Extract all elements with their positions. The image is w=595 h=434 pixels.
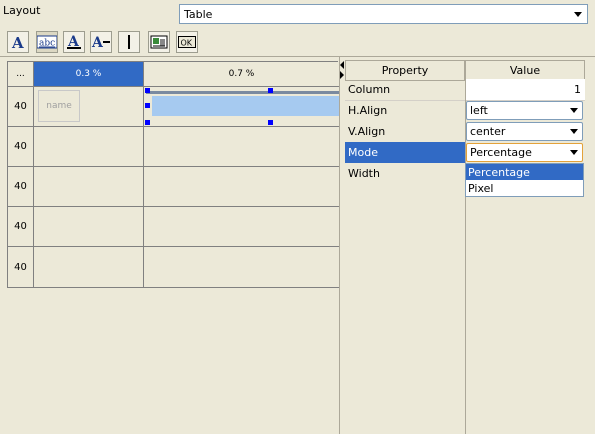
property-value-cell: center (465, 121, 585, 142)
text-label-button[interactable]: abc (36, 31, 58, 53)
resize-handle[interactable] (145, 88, 150, 93)
property-name: Mode (345, 142, 465, 163)
value-column-header[interactable]: Value (465, 60, 585, 81)
image-button[interactable] (148, 31, 170, 53)
layout-label: Layout (3, 4, 41, 17)
vertical-line-button[interactable] (118, 31, 140, 53)
mode-dropdown-list: Percentage Pixel (465, 163, 584, 197)
property-name: Column (348, 83, 391, 96)
property-column-header[interactable]: Property (345, 60, 465, 81)
selected-cell[interactable] (144, 87, 342, 127)
table-cell[interactable] (144, 207, 339, 247)
column-value-field[interactable]: 1 (465, 79, 585, 100)
table-cell[interactable] (34, 207, 144, 247)
mode-option-pixel[interactable]: Pixel (466, 180, 583, 196)
row-header-1[interactable]: 40 (8, 87, 34, 127)
resize-handle[interactable] (268, 120, 273, 125)
halign-select-value: left (470, 104, 488, 117)
table-cell[interactable] (34, 167, 144, 207)
panel-splitter[interactable] (339, 57, 344, 434)
table-cell[interactable] (144, 167, 339, 207)
chevron-down-icon[interactable] (570, 6, 586, 22)
svg-text:A: A (11, 34, 24, 50)
collapse-right-icon[interactable] (340, 71, 344, 79)
collapse-left-icon[interactable] (340, 61, 344, 69)
text-format-icon: A (11, 34, 24, 50)
column-divider (465, 60, 466, 434)
table-cell[interactable] (144, 127, 339, 167)
column-header-2[interactable]: 0.7 % (144, 62, 339, 87)
row-header-2[interactable]: 40 (8, 127, 34, 167)
text-strikethrough-icon: A (91, 35, 110, 50)
chevron-down-icon[interactable] (567, 103, 581, 118)
property-name: Width (348, 167, 380, 180)
table-cell[interactable]: name (34, 87, 144, 127)
mode-option-percentage[interactable]: Percentage (466, 164, 583, 180)
mode-select[interactable]: Percentage (466, 143, 583, 162)
layout-select-value: Table (184, 7, 213, 21)
selection-bar (146, 91, 341, 94)
svg-text:A: A (91, 35, 104, 50)
ok-button-icon: OK (178, 36, 196, 48)
property-name: V.Align (348, 125, 386, 138)
valign-select[interactable]: center (466, 122, 583, 141)
chevron-down-icon[interactable] (567, 145, 581, 160)
table-cell[interactable] (34, 247, 144, 288)
ok-button[interactable]: OK (176, 31, 198, 53)
property-value-cell: Percentage (465, 142, 585, 163)
svg-text:abc: abc (39, 39, 55, 49)
halign-select[interactable]: left (466, 101, 583, 120)
svg-text:OK: OK (181, 39, 193, 48)
grid-corner[interactable]: ... (8, 62, 34, 87)
mode-select-value: Percentage (470, 146, 532, 159)
valign-select-value: center (470, 125, 506, 138)
text-strikethrough-button[interactable]: A (90, 31, 112, 53)
table-grid: ... 0.3 % 0.7 % 40 name 40 40 40 40 (7, 61, 342, 288)
property-name: H.Align (348, 104, 388, 117)
toolbar: A abc A A OK (0, 28, 595, 57)
name-field[interactable]: name (38, 90, 80, 122)
chevron-down-icon[interactable] (567, 124, 581, 139)
text-underline-icon: A (67, 34, 81, 50)
text-underline-button[interactable]: A (63, 31, 85, 53)
image-icon (150, 35, 168, 49)
row-header-4[interactable]: 40 (8, 207, 34, 247)
table-cell[interactable] (144, 247, 339, 288)
row-header-5[interactable]: 40 (8, 247, 34, 288)
row-header-3[interactable]: 40 (8, 167, 34, 207)
resize-handle[interactable] (268, 88, 273, 93)
resize-handle[interactable] (145, 120, 150, 125)
property-grid: Property Value Column 1 H.Align left V.A… (345, 60, 585, 434)
selected-cell-fill (152, 96, 342, 116)
table-cell[interactable] (34, 127, 144, 167)
vertical-line-icon (128, 35, 130, 49)
text-format-button[interactable]: A (7, 31, 29, 53)
property-value-cell: left (465, 100, 585, 121)
layout-select[interactable]: Table (179, 4, 588, 24)
resize-handle[interactable] (145, 103, 150, 108)
text-label-icon: abc (37, 35, 57, 49)
column-header-1[interactable]: 0.3 % (34, 62, 144, 87)
